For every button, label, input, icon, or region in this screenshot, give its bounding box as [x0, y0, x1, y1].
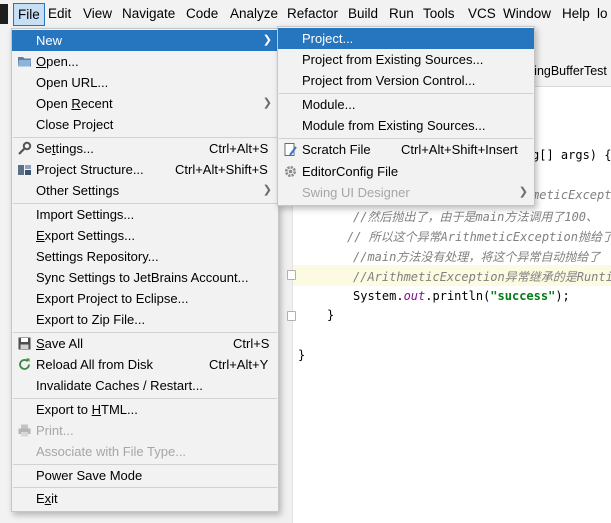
menu-item-exit[interactable]: Exit — [12, 488, 278, 509]
new-submenu: Project... Project from Existing Sources… — [277, 26, 535, 206]
menu-analyze[interactable]: Analyze — [230, 6, 278, 21]
menu-item-invalidate-caches[interactable]: Invalidate Caches / Restart... — [12, 375, 278, 396]
menu-item-open-url[interactable]: Open URL... — [12, 72, 278, 93]
chevron-right-icon: ❯ — [262, 184, 272, 196]
menu-item-project-structure[interactable]: Project Structure... Ctrl+Alt+Shift+S — [12, 159, 278, 180]
menu-item-settings[interactable]: Settings... Ctrl+Alt+S — [12, 138, 278, 159]
menu-item-new[interactable]: New ❯ — [12, 30, 278, 51]
menu-edit[interactable]: Edit — [48, 6, 71, 21]
menu-item-save-all[interactable]: Save All Ctrl+S — [12, 333, 278, 354]
menu-run[interactable]: Run — [389, 6, 414, 21]
menu-item-export-settings[interactable]: Export Settings... — [12, 225, 278, 246]
print-icon — [17, 423, 32, 438]
menu-item-reload-all[interactable]: Reload All from Disk Ctrl+Alt+Y — [12, 354, 278, 375]
menu-item-module[interactable]: Module... — [278, 94, 534, 115]
menu-refactor[interactable]: Refactor — [287, 6, 338, 21]
menu-item-import-settings[interactable]: Import Settings... — [12, 204, 278, 225]
file-menu: New ❯ Open... Open URL... Open Recent ❯ … — [11, 28, 279, 512]
code-comment: //ArithmeticException异常继承的是Runti — [353, 270, 611, 284]
menu-item-export-html[interactable]: Export to HTML... — [12, 399, 278, 420]
menu-file[interactable]: File — [13, 3, 45, 26]
menu-view[interactable]: View — [83, 6, 112, 21]
menu-item-power-save-mode[interactable]: Power Save Mode — [12, 465, 278, 486]
code-brace: } — [327, 308, 335, 322]
folder-icon — [17, 54, 32, 69]
menu-code[interactable]: Code — [186, 6, 218, 21]
menu-item-settings-repository[interactable]: Settings Repository... — [12, 246, 278, 267]
chevron-right-icon: ❯ — [262, 34, 272, 46]
code-comment: //main方法没有处理，将这个异常自动抛给了 — [353, 250, 601, 264]
menu-help[interactable]: Help — [562, 6, 590, 21]
menu-item-open-recent[interactable]: Open Recent ❯ — [12, 93, 278, 114]
project-structure-icon — [17, 162, 32, 177]
menu-item-module-from-existing[interactable]: Module from Existing Sources... — [278, 115, 534, 136]
menu-item-associate-file-type: Associate with File Type... — [36, 444, 187, 459]
code-brace: } — [298, 348, 306, 362]
code-line: meticExcept — [532, 188, 611, 202]
menu-item-project-from-vcs[interactable]: Project from Version Control... — [278, 70, 534, 91]
menu-item-close-project[interactable]: Close Project — [12, 114, 278, 135]
chevron-right-icon: ❯ — [518, 186, 528, 198]
reload-icon — [17, 357, 32, 372]
menu-vcs[interactable]: VCS — [468, 6, 496, 21]
menu-item-open[interactable]: Open... — [12, 51, 278, 72]
menu-item-print: Print... — [12, 420, 278, 441]
menu-item-export-zip[interactable]: Export to Zip File... — [12, 309, 278, 330]
menu-item-swing-ui-designer: Swing UI Designer ❯ — [278, 182, 534, 203]
menu-item-export-eclipse[interactable]: Export Project to Eclipse... — [12, 288, 278, 309]
menu-build[interactable]: Build — [348, 6, 378, 21]
menu-item-scratch-file[interactable]: Scratch File Ctrl+Alt+Shift+Insert — [278, 139, 534, 160]
menu-tools[interactable]: Tools — [423, 6, 455, 21]
code-line: System.out.println("success"); — [353, 289, 570, 303]
code-comment: // 所以这个异常ArithmeticException抛给了 — [347, 230, 611, 244]
app-icon — [0, 4, 8, 24]
wrench-icon — [17, 141, 32, 156]
fold-marker-icon[interactable] — [287, 311, 296, 321]
menu-window[interactable]: Window — [503, 6, 551, 21]
menu-overflow[interactable]: lo — [597, 6, 608, 21]
gear-icon — [283, 164, 298, 179]
editor-tab-label[interactable]: ringBufferTest — [530, 64, 607, 78]
chevron-right-icon: ❯ — [262, 97, 272, 109]
code-line: g[] args) { — [532, 148, 611, 162]
scratch-file-icon — [283, 142, 298, 157]
code-comment: //然后抛出了，由于是main方法调用了100、 — [353, 210, 599, 224]
menu-navigate[interactable]: Navigate — [122, 6, 175, 21]
menu-item-sync-settings[interactable]: Sync Settings to JetBrains Account... — [12, 267, 278, 288]
fold-marker-icon[interactable] — [287, 270, 296, 280]
save-icon — [17, 336, 32, 351]
menu-item-other-settings[interactable]: Other Settings ❯ — [12, 180, 278, 201]
menu-item-editorconfig-file[interactable]: EditorConfig File — [278, 161, 534, 182]
menu-bar: File Edit View Navigate Code Analyze Ref… — [0, 0, 611, 29]
menu-item-new-project[interactable]: Project... — [278, 28, 534, 49]
menu-item-project-from-existing[interactable]: Project from Existing Sources... — [278, 49, 534, 70]
